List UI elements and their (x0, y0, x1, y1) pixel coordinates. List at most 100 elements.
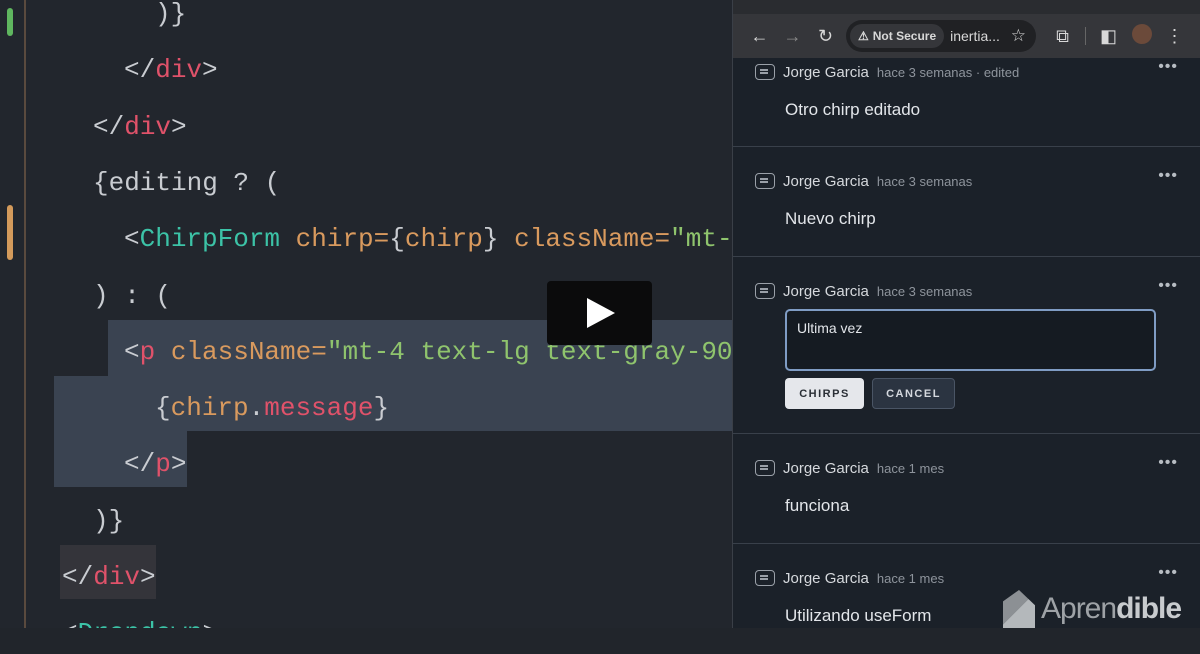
code-token: className= (514, 224, 671, 255)
chirp-item: Jorge Garcia hace 3 semanas · edited ••• … (733, 58, 1200, 147)
cancel-button[interactable]: CANCEL (872, 378, 955, 409)
author: Jorge Garcia (783, 569, 869, 587)
code-token: p (139, 336, 156, 367)
tab-bar (733, 0, 1200, 14)
timestamp: hace 3 semanas · edited (876, 64, 1020, 80)
edit-chirp-textarea[interactable]: Ultima vez (785, 309, 1156, 371)
code-token: </ (62, 562, 94, 592)
aprendible-watermark: Aprendible (1003, 590, 1182, 628)
author: Jorge Garcia (783, 459, 869, 477)
code-token: div (155, 55, 203, 86)
play-button[interactable] (547, 281, 652, 345)
code-token: {editing ? ( (93, 167, 281, 198)
code-token: < (62, 618, 78, 628)
code-line: {chirp.message} (155, 380, 389, 436)
code-token: } (373, 393, 390, 424)
code-token: } (482, 224, 515, 255)
code-token: </ (124, 449, 156, 480)
code-token: "mt- (670, 224, 732, 255)
code-line: </div> (93, 99, 187, 155)
code-line: </div> (62, 549, 156, 605)
warning-icon: ⚠ (858, 29, 869, 43)
more-options-icon[interactable]: ••• (1158, 564, 1178, 582)
side-panel-icon[interactable]: ◧ (1092, 26, 1125, 47)
code-token: </ (93, 111, 125, 142)
git-added-marker (7, 8, 13, 36)
forward-icon[interactable]: → (776, 26, 809, 47)
code-line: )} (93, 493, 124, 549)
chat-bubble-icon (755, 64, 775, 80)
logo-mark-icon (1003, 590, 1035, 628)
more-options-icon[interactable]: ••• (1158, 58, 1178, 76)
chirp-message: Nuevo chirp (785, 209, 876, 228)
chirp-message: Utilizando useForm (785, 606, 932, 625)
code-token: p (155, 449, 171, 480)
code-token: > (202, 618, 218, 628)
logo-text-bold: dible (1116, 592, 1182, 625)
chirp-item: Jorge Garcia hace 1 mes ••• funciona (733, 434, 1200, 544)
more-options-icon[interactable]: ••• (1158, 454, 1178, 472)
chirp-item-editing: Jorge Garcia hace 3 semanas ••• Ultima ve… (733, 257, 1200, 434)
code-token: message (264, 393, 374, 424)
chirp-item: Jorge Garcia hace 3 semanas ••• Nuevo chi… (733, 147, 1200, 257)
chat-bubble-icon (755, 283, 775, 299)
git-modified-marker (7, 205, 13, 260)
back-icon[interactable]: ← (743, 26, 776, 47)
code-token: chirp (404, 224, 483, 255)
code-line: )} (155, 0, 186, 42)
star-icon[interactable]: ☆ (1011, 26, 1026, 46)
author: Jorge Garcia (783, 172, 869, 190)
save-button[interactable]: CHIRPS (785, 378, 864, 409)
more-options-icon[interactable]: ••• (1158, 167, 1178, 185)
code-token: "mt-4 text-lg text-gray-90 (326, 336, 732, 367)
browser-window: ← → ↻ ⚠ Not Secure inertia... ☆ ⧉ ◧ ⋮ Jor… (732, 0, 1200, 628)
code-token: ChirpForm (139, 224, 281, 255)
code-token: chirp= (280, 224, 390, 255)
code-line: </div> (124, 42, 218, 98)
code-token: )} (155, 0, 187, 29)
code-token: div (93, 562, 141, 592)
code-line: <Dropdown> (62, 605, 218, 628)
code-token: { (155, 393, 171, 424)
code-token: </ (124, 55, 156, 86)
code-line: </p> (124, 436, 186, 492)
chirp-message: Otro chirp editado (785, 100, 921, 119)
code-line: <ChirpForm chirp={chirp} className="mt- (124, 211, 732, 267)
divider (1085, 27, 1086, 45)
code-token: > (202, 55, 218, 86)
browser-toolbar: ← → ↻ ⚠ Not Secure inertia... ☆ ⧉ ◧ ⋮ (733, 14, 1200, 58)
code-token: chirp (170, 393, 249, 424)
logo-text: Apren (1041, 592, 1117, 625)
timestamp: hace 1 mes (876, 460, 945, 476)
indent-guide (24, 0, 26, 628)
timestamp: hace 3 semanas (876, 283, 973, 299)
profile-avatar[interactable] (1125, 23, 1158, 49)
code-line: {editing ? ( (93, 155, 280, 211)
chat-bubble-icon (755, 570, 775, 586)
code-token: div (124, 111, 172, 142)
url-text: inertia... (950, 28, 1000, 44)
timestamp: hace 3 semanas (876, 173, 973, 189)
security-chip[interactable]: ⚠ Not Secure (850, 24, 945, 48)
author: Jorge Garcia (783, 282, 869, 300)
code-line: ) : ( (93, 268, 171, 324)
code-token: > (140, 562, 156, 592)
code-token: Dropdown (78, 618, 203, 628)
more-options-icon[interactable]: ••• (1158, 277, 1178, 295)
code-token: > (170, 449, 187, 480)
author: Jorge Garcia (783, 63, 869, 81)
timestamp: hace 1 mes (876, 570, 945, 586)
chat-bubble-icon (755, 460, 775, 476)
extensions-icon[interactable]: ⧉ (1046, 26, 1079, 47)
reload-icon[interactable]: ↻ (809, 26, 842, 47)
chat-bubble-icon (755, 173, 775, 189)
menu-icon[interactable]: ⋮ (1158, 26, 1191, 47)
code-editor[interactable]: )} </div> </div> {editing ? (<ChirpForm chi… (0, 0, 732, 628)
code-token: ) : ( (93, 280, 172, 311)
code-token: . (248, 393, 265, 424)
address-bar[interactable]: ⚠ Not Secure inertia... ☆ (846, 20, 1036, 52)
code-token: className= (155, 336, 327, 367)
code-token: < (124, 224, 140, 255)
chirp-message: funciona (785, 496, 850, 515)
code-token: { (389, 224, 405, 255)
